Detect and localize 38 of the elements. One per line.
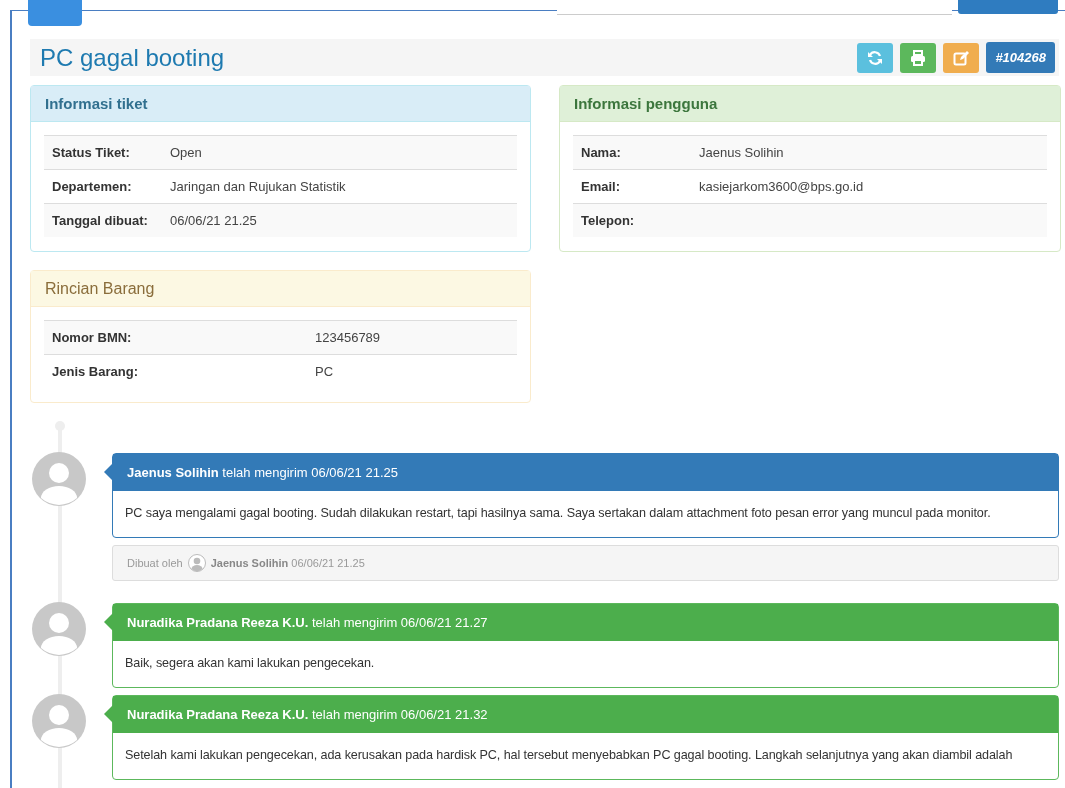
avatar-icon bbox=[32, 694, 86, 748]
message-sender: Nuradika Pradana Reeza K.U. telah mengirim 06/06/21 21.32 bbox=[127, 707, 488, 722]
panel-title: Informasi tiket bbox=[45, 95, 148, 112]
message-sender: Jaenus Solihin telah mengirim 06/06/21 21.25 bbox=[127, 465, 398, 480]
field-value: Open bbox=[170, 145, 203, 160]
field-value: 123456789 bbox=[315, 330, 382, 345]
field-value: kasiejarkom3600@bps.go.id bbox=[699, 179, 865, 194]
panel-title: Informasi pengguna bbox=[574, 95, 718, 112]
field-value: 06/06/21 21.25 bbox=[170, 213, 258, 228]
field-label: Tanggal dibuat: bbox=[52, 213, 149, 228]
panel-title: Rincian Barang bbox=[45, 279, 155, 298]
field-label: Status Tiket: bbox=[52, 145, 131, 160]
avatar-icon bbox=[32, 602, 86, 656]
avatar-icon bbox=[187, 554, 206, 572]
field-value: Jaringan dan Rujukan Statistik bbox=[170, 179, 347, 194]
printer-icon bbox=[910, 49, 927, 66]
print-button[interactable] bbox=[900, 42, 937, 73]
message-text: Setelah kami lakukan pengecekan, ada kerusakan pada hardisk PC, hal tersebut menyebabkan PC gagal booting. Langkah selanjutnya yang akan diambil adalah bbox=[125, 748, 1013, 762]
field-label: Jenis Barang: bbox=[52, 364, 139, 379]
field-label: Telepon: bbox=[581, 213, 636, 228]
avatar-icon bbox=[32, 452, 86, 506]
refresh-icon bbox=[867, 49, 884, 66]
edit-button[interactable] bbox=[943, 42, 980, 73]
field-label: Email: bbox=[581, 179, 621, 194]
field-value: PC bbox=[315, 364, 335, 379]
field-label: Departemen: bbox=[52, 179, 133, 194]
refresh-button[interactable] bbox=[857, 42, 894, 73]
message-sender: Nuradika Pradana Reeza K.U. telah mengirim 06/06/21 21.27 bbox=[127, 615, 488, 630]
footer-label: Dibuat oleh bbox=[127, 557, 183, 569]
field-label: Nama: bbox=[581, 145, 622, 160]
ticket-id-badge: #104268 bbox=[986, 42, 1055, 73]
field-label: Nomor BMN: bbox=[52, 330, 133, 345]
message-text: PC saya mengalami gagal booting. Sudah dilakukan restart, tapi hasilnya sama. Saya sertakan dalam attachment foto pesan error yang muncul pada monitor. bbox=[125, 506, 991, 520]
edit-icon bbox=[953, 49, 970, 66]
message-text: Baik, segera akan kami lakukan pengecekan. bbox=[125, 656, 375, 670]
ticket-title: PC gagal booting bbox=[40, 43, 225, 72]
field-value: Jaenus Solihin bbox=[699, 145, 785, 160]
footer-author: Jaenus Solihin 06/06/21 21.25 bbox=[210, 557, 365, 569]
